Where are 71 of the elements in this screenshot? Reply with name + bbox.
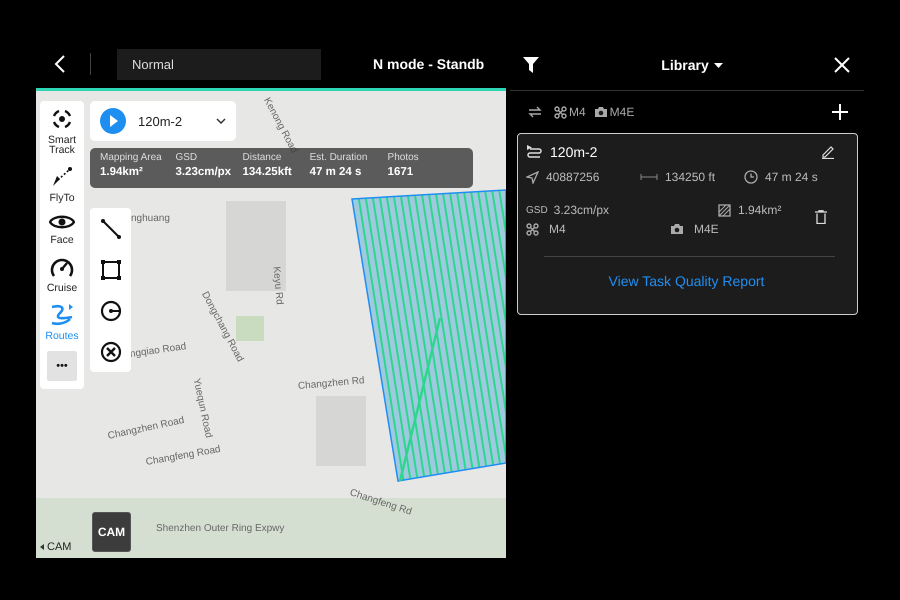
route-selector[interactable]: 120m-2 [90, 101, 236, 141]
caret-icon [40, 544, 44, 550]
map[interactable] [36, 88, 506, 558]
camera-model: M4E [694, 222, 719, 236]
aircraft-model: M4 [549, 222, 566, 236]
pin-arrow-icon [50, 165, 74, 189]
sidebar-item[interactable]: FlyTo [40, 165, 84, 203]
stat-value: 1671 [388, 166, 414, 178]
area-value: 1.94km² [738, 203, 782, 217]
road-label: Yuequn Road [190, 377, 214, 439]
sidebar-item[interactable]: Smart Track [40, 107, 84, 155]
swap-icon[interactable] [528, 106, 542, 118]
route-icon [526, 145, 542, 159]
rectangle-tool-icon[interactable] [100, 258, 122, 280]
edit-icon[interactable] [821, 145, 835, 159]
gsd-value: 3.23cm/px [554, 203, 610, 217]
eye-icon [49, 213, 75, 231]
gsd-label: GSD [526, 204, 548, 216]
stat-value: 47 m 24 s [310, 166, 362, 178]
caret-icon [714, 62, 723, 68]
drone-icon [554, 106, 567, 118]
area-icon [718, 204, 731, 216]
road-label: Keyu Rd [270, 266, 285, 306]
camera-label: CAM [47, 541, 72, 553]
sidebar-item[interactable]: Cruise [40, 255, 84, 293]
stat-label: GSD [175, 152, 198, 163]
route-distance: 134250 ft [665, 170, 716, 184]
chevron-down-icon [216, 118, 226, 124]
park-block [236, 316, 264, 341]
close-icon[interactable] [834, 57, 850, 73]
camera-icon [670, 223, 684, 235]
mission-name: 120m-2 [550, 144, 598, 160]
filter-icon[interactable] [522, 56, 540, 74]
mode-field[interactable]: Normal [117, 48, 321, 80]
flight-status: N mode - Standb [373, 56, 484, 72]
mission-card[interactable]: 120m-2 40887256 134250 ft 47 m 24 s GSD 3.23cm/px 1.94km² M4 M4E View Task Quality Report [517, 133, 858, 315]
route-icon [49, 303, 75, 327]
line-tool-icon[interactable] [100, 218, 122, 240]
play-icon[interactable] [100, 108, 126, 134]
sidebar-item[interactable]: Face [40, 213, 84, 245]
waypoint-count: 40887256 [546, 170, 600, 184]
road-label: Changfeng Road [145, 444, 222, 468]
road-label: Changzhen Rd [298, 375, 365, 392]
trash-icon[interactable] [815, 210, 827, 224]
road-label: nghuang [131, 213, 170, 224]
stat-value: 3.23cm/px [175, 166, 232, 178]
drone-icon [526, 222, 539, 236]
road-label: Shenzhen Outer Ring Expwy [156, 523, 284, 534]
aircraft-filter[interactable]: M4 [569, 105, 586, 119]
stat-label: Distance [242, 152, 282, 163]
stat-label: Photos [388, 152, 420, 163]
library-dropdown[interactable]: Library [661, 57, 723, 73]
distance-icon [640, 173, 658, 181]
cancel-icon[interactable] [100, 340, 122, 362]
target-icon [50, 107, 74, 131]
camera-icon [594, 106, 608, 118]
circle-tool-icon[interactable] [100, 300, 122, 322]
clock-icon [744, 170, 758, 184]
stat-value: 134.25kft [242, 166, 293, 178]
stat-label: Mapping Area [100, 152, 163, 163]
camera-button[interactable]: CAM [92, 512, 131, 552]
quality-report-link[interactable]: View Task Quality Report [608, 273, 764, 289]
stat-label: Est. Duration [310, 152, 368, 163]
add-icon[interactable] [832, 104, 848, 120]
stat-value: 1.94km² [100, 166, 144, 178]
camera-filter[interactable]: M4E [610, 105, 634, 119]
road-label: Changzhen Road [106, 414, 186, 442]
road-label: ngqiao Road [129, 341, 187, 360]
navigation-arrow-icon [526, 170, 539, 184]
more-button[interactable]: ••• [47, 351, 77, 381]
route-duration: 47 m 24 s [765, 170, 818, 184]
